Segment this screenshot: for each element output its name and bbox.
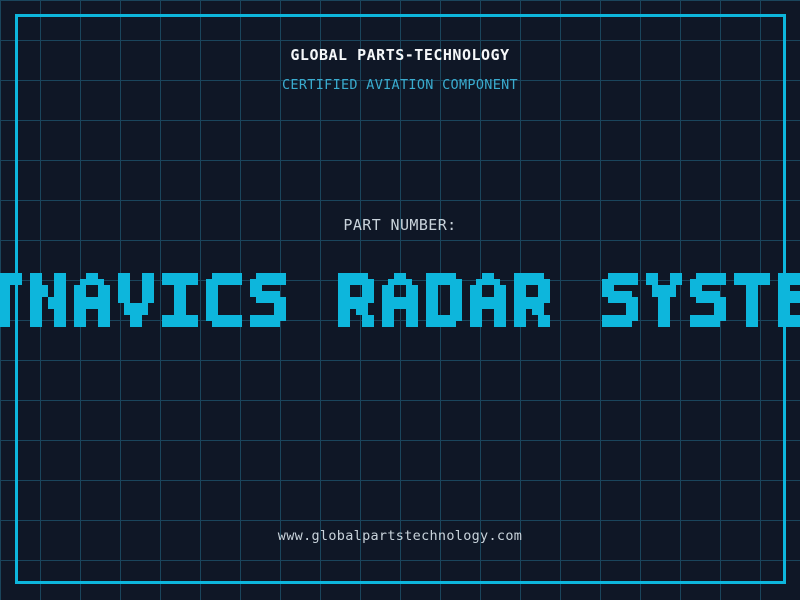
label-background: GLOBAL PARTS-TECHNOLOGY CERTIFIED AVIATI… bbox=[0, 0, 800, 600]
company-name: GLOBAL PARTS-TECHNOLOGY bbox=[290, 46, 510, 64]
certification-subtitle: CERTIFIED AVIATION COMPONENT bbox=[282, 77, 518, 93]
part-number-label: PART NUMBER: bbox=[343, 216, 457, 234]
website-url: www.globalpartstechnology.com bbox=[277, 528, 523, 544]
pixel-text-graphic bbox=[0, 273, 800, 327]
part-number-value bbox=[0, 273, 800, 327]
